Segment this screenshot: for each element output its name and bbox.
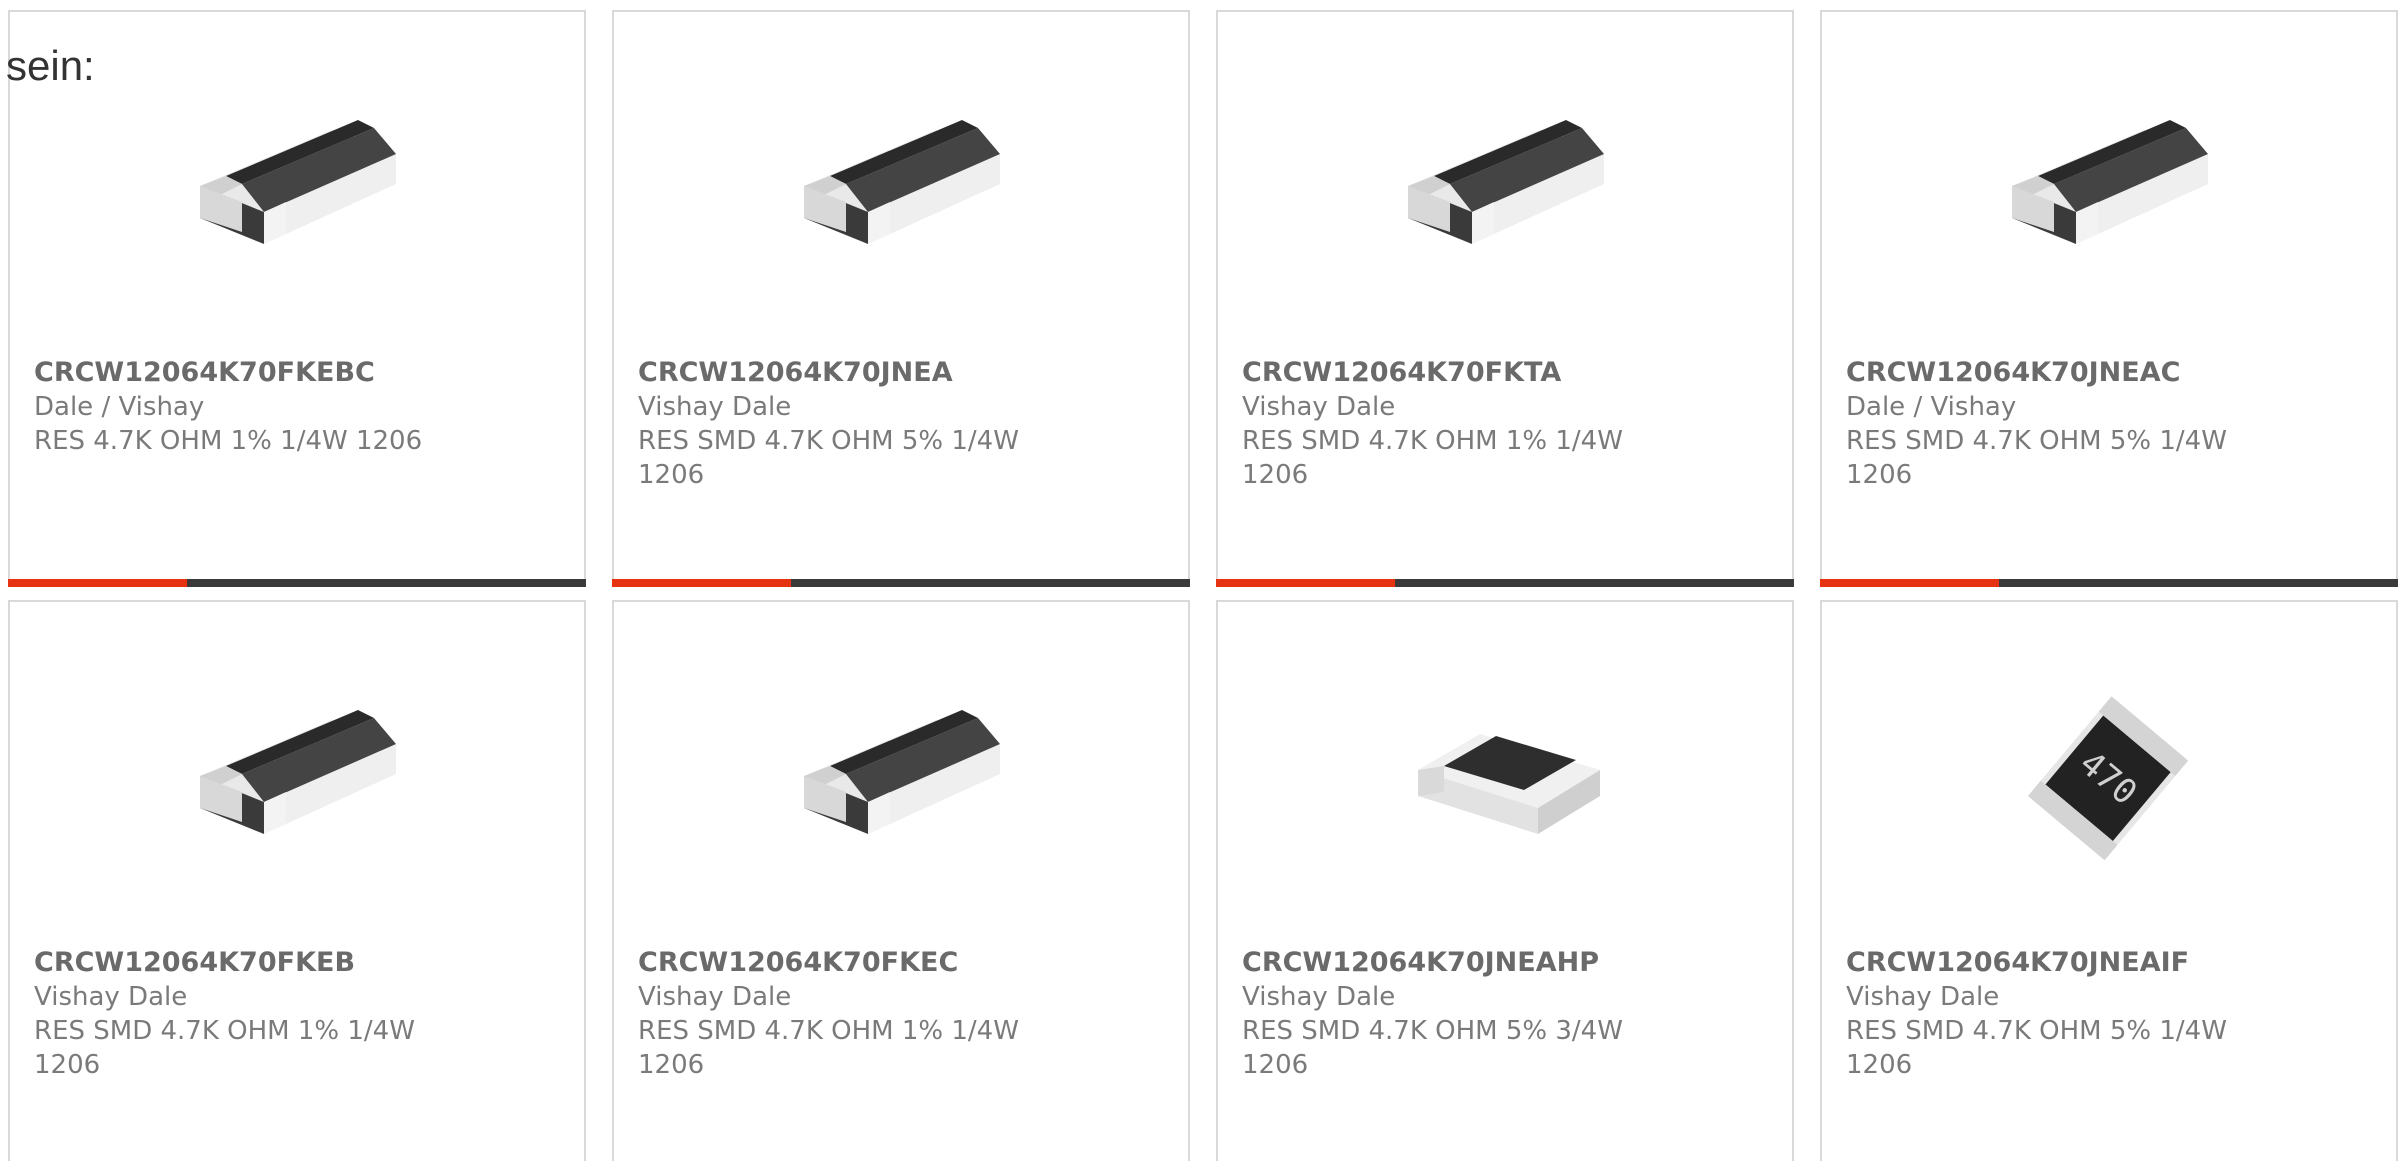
product-image[interactable] — [1404, 84, 1608, 288]
product-grid-page: sein: CRCW12064K70FKEBC Dale / Vishay RES … — [0, 0, 2400, 1161]
card-hover-bar — [612, 579, 1190, 587]
card-hover-bar-accent — [8, 579, 188, 587]
product-image[interactable] — [800, 84, 1004, 288]
card-hover-bar-accent — [1820, 579, 2000, 587]
card-hover-bar-accent — [1216, 579, 1396, 587]
part-number[interactable]: CRCW12064K70FKTA — [1242, 356, 1662, 390]
product-image[interactable] — [2008, 84, 2212, 288]
product-info: CRCW12064K70JNEAC Dale / Vishay RES SMD 4.… — [1846, 356, 2266, 492]
product-info: CRCW12064K70FKEC Vishay Dale RES SMD 4.7K … — [638, 946, 1058, 1082]
black-chip-resistor-icon — [1408, 120, 1604, 244]
product-description: RES SMD 4.7K OHM 5% 1/4W 1206 — [638, 426, 1019, 490]
manufacturer: Vishay Dale — [1242, 392, 1396, 422]
black-chip-resistor-icon — [200, 710, 396, 834]
product-description: RES SMD 4.7K OHM 1% 1/4W 1206 — [638, 1016, 1019, 1080]
product-image[interactable] — [196, 84, 400, 288]
product-image[interactable]: 470 — [2008, 674, 2212, 878]
part-number[interactable]: CRCW12064K70JNEAC — [1846, 356, 2266, 390]
product-info: CRCW12064K70JNEA Vishay Dale RES SMD 4.7K … — [638, 356, 1058, 492]
product-card[interactable]: CRCW12064K70FKEBC Dale / Vishay RES 4.7K O… — [8, 10, 586, 587]
wide-chip-resistor-icon — [1418, 734, 1600, 834]
product-card[interactable]: CRCW12064K70JNEAC Dale / Vishay RES SMD 4.… — [1820, 10, 2398, 587]
part-number[interactable]: CRCW12064K70JNEA — [638, 356, 1058, 390]
product-info: CRCW12064K70FKEB Vishay Dale RES SMD 4.7K … — [34, 946, 454, 1082]
product-image[interactable] — [800, 674, 1004, 878]
product-image[interactable] — [1404, 674, 1608, 878]
manufacturer: Vishay Dale — [1242, 982, 1396, 1012]
product-card[interactable]: CRCW12064K70JNEAHP Vishay Dale RES SMD 4.7… — [1216, 600, 1794, 1161]
card-hover-bar — [8, 579, 586, 587]
part-number[interactable]: CRCW12064K70JNEAHP — [1242, 946, 1662, 980]
card-hover-bar-accent — [612, 579, 792, 587]
product-description: RES SMD 4.7K OHM 5% 1/4W 1206 — [1846, 426, 2227, 490]
manufacturer: Vishay Dale — [1846, 982, 2000, 1012]
black-chip-resistor-icon — [804, 710, 1000, 834]
card-hover-bar — [1820, 579, 2398, 587]
product-info: CRCW12064K70JNEAHP Vishay Dale RES SMD 4.7… — [1242, 946, 1662, 1082]
part-number[interactable]: CRCW12064K70FKEBC — [34, 356, 454, 390]
manufacturer: Vishay Dale — [34, 982, 188, 1012]
manufacturer: Vishay Dale — [638, 392, 792, 422]
product-info: CRCW12064K70JNEAIF Vishay Dale RES SMD 4.7… — [1846, 946, 2266, 1082]
black-chip-resistor-icon — [200, 120, 396, 244]
part-number[interactable]: CRCW12064K70JNEAIF — [1846, 946, 2266, 980]
product-card[interactable]: 470 CRCW12064K70JNEAIF Vishay Dale RES SMD … — [1820, 600, 2398, 1161]
product-description: RES SMD 4.7K OHM 5% 3/4W 1206 — [1242, 1016, 1623, 1080]
manufacturer: Vishay Dale — [638, 982, 792, 1012]
black-chip-resistor-icon — [804, 120, 1000, 244]
card-hover-bar — [1216, 579, 1794, 587]
product-description: RES SMD 4.7K OHM 5% 1/4W 1206 — [1846, 1016, 2227, 1080]
black-chip-resistor-icon — [2012, 120, 2208, 244]
product-image[interactable] — [196, 674, 400, 878]
manufacturer: Dale / Vishay — [34, 392, 205, 422]
product-card[interactable]: CRCW12064K70FKEC Vishay Dale RES SMD 4.7K … — [612, 600, 1190, 1161]
product-description: RES 4.7K OHM 1% 1/4W 1206 — [34, 426, 423, 456]
part-number[interactable]: CRCW12064K70FKEC — [638, 946, 1058, 980]
manufacturer: Dale / Vishay — [1846, 392, 2017, 422]
product-card[interactable]: CRCW12064K70FKTA Vishay Dale RES SMD 4.7K … — [1216, 10, 1794, 587]
product-info: CRCW12064K70FKEBC Dale / Vishay RES 4.7K O… — [34, 356, 454, 458]
marked-chip-resistor-icon: 470 — [2027, 696, 2189, 861]
product-card[interactable]: CRCW12064K70JNEA Vishay Dale RES SMD 4.7K … — [612, 10, 1190, 587]
product-info: CRCW12064K70FKTA Vishay Dale RES SMD 4.7K … — [1242, 356, 1662, 492]
product-description: RES SMD 4.7K OHM 1% 1/4W 1206 — [1242, 426, 1623, 490]
product-card[interactable]: CRCW12064K70FKEB Vishay Dale RES SMD 4.7K … — [8, 600, 586, 1161]
intro-text: sein: — [6, 42, 95, 89]
part-number[interactable]: CRCW12064K70FKEB — [34, 946, 454, 980]
product-description: RES SMD 4.7K OHM 1% 1/4W 1206 — [34, 1016, 415, 1080]
